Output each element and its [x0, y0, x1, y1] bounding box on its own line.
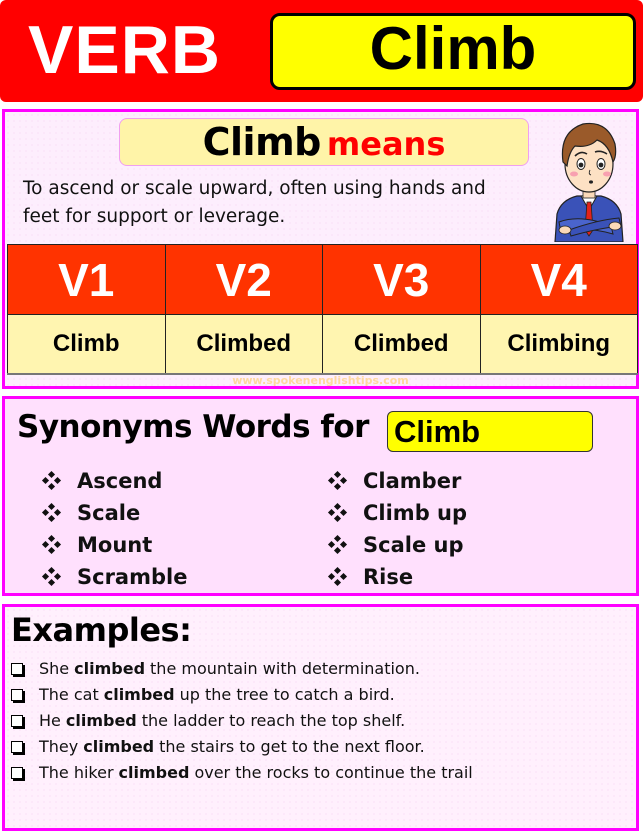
example-after: up the tree to catch a bird. — [179, 685, 395, 704]
verb-forms-value-row: Climb Climbed Climbed Climbing — [7, 314, 638, 375]
confused-man-icon — [554, 122, 624, 242]
examples-title: Examples: — [11, 611, 192, 649]
example-item: He climbed the ladder to reach the top she… — [11, 708, 473, 734]
example-after: the mountain with determination. — [150, 659, 420, 678]
watermark: www.spokenenglishtips.com — [232, 374, 409, 387]
synonyms-section: Synonyms Words for Climb Ascend Scale Mo… — [2, 396, 639, 596]
means-label: means — [326, 125, 446, 163]
example-verb: climbed — [103, 685, 175, 704]
synonyms-list-right: Clamber Climb up Scale up Rise — [327, 465, 468, 593]
example-verb: climbed — [118, 763, 190, 782]
checkbox-bullet-icon — [11, 663, 23, 675]
synonym-item: Clamber — [327, 465, 467, 497]
form-header-v1: V1 — [7, 244, 166, 315]
diamond-bullet-icon — [327, 566, 348, 587]
example-item: The hiker climbed over the rocks to contin… — [11, 760, 473, 786]
example-after: the ladder to reach the top shelf. — [141, 711, 406, 730]
title-banner: VERB Climb — [0, 0, 643, 102]
form-header-v2: V2 — [164, 244, 323, 315]
synonym-item: Ascend — [41, 465, 187, 497]
example-item: She climbed the mountain with determinatio… — [11, 656, 473, 682]
checkbox-bullet-icon — [11, 767, 23, 779]
examples-list: She climbed the mountain with determinatio… — [11, 656, 473, 786]
examples-section: Examples: She climbed the mountain with de… — [2, 604, 639, 831]
diamond-bullet-icon — [327, 470, 348, 491]
example-item: The cat climbed up the tree to catch a bir… — [11, 682, 473, 708]
checkbox-bullet-icon — [11, 689, 23, 701]
synonyms-title: Synonyms Words for — [17, 409, 369, 445]
definition-text: To ascend or scale upward, often using h… — [23, 178, 486, 227]
example-after: over the rocks to continue the trail — [194, 763, 473, 782]
synonym-item: Mount — [41, 529, 187, 561]
headword-box: Climb — [270, 13, 636, 90]
synonym-text: Scramble — [77, 565, 188, 589]
example-verb: climbed — [74, 659, 146, 678]
form-value-v3: Climbed — [322, 314, 481, 375]
example-item: They climbed the stairs to get to the next… — [11, 734, 473, 760]
example-after: the stairs to get to the next floor. — [159, 737, 425, 756]
form-value-v1: Climb — [7, 314, 166, 375]
form-value-v4: Climbing — [479, 314, 638, 375]
synonyms-word-box: Climb — [387, 411, 593, 452]
example-verb: climbed — [83, 737, 155, 756]
synonyms-list-left: Ascend Scale Mount Scramble — [41, 465, 188, 593]
example-verb: climbed — [65, 711, 137, 730]
form-header-v4: V4 — [479, 244, 638, 315]
synonym-item: Scale — [41, 497, 187, 529]
synonym-text: Rise — [363, 565, 414, 589]
diamond-bullet-icon — [41, 566, 62, 587]
diamond-bullet-icon — [327, 534, 348, 555]
synonym-item: Scramble — [41, 561, 188, 593]
example-before: They — [39, 737, 79, 756]
synonym-item: Climb up — [327, 497, 468, 529]
verb-forms-table: V1 V2 V3 V4 Climb Climbed Climbed Climbi… — [7, 244, 638, 375]
synonym-text: Ascend — [77, 469, 163, 493]
synonym-text: Mount — [77, 533, 153, 557]
diamond-bullet-icon — [327, 502, 348, 523]
headword: Climb — [369, 15, 537, 82]
synonym-text: Clamber — [363, 469, 462, 493]
diamond-bullet-icon — [41, 502, 62, 523]
checkbox-bullet-icon — [11, 741, 23, 753]
synonym-text: Scale — [77, 501, 141, 525]
checkbox-bullet-icon — [11, 715, 23, 727]
example-before: He — [39, 711, 61, 730]
form-value-v2: Climbed — [164, 314, 323, 375]
example-before: The hiker — [39, 763, 114, 782]
meaning-section: Climb means To ascend or scale upward, of… — [2, 109, 639, 389]
synonym-text: Scale up — [363, 533, 464, 557]
means-word: Climb — [202, 120, 322, 164]
synonym-text: Climb up — [363, 501, 468, 525]
diamond-bullet-icon — [41, 470, 62, 491]
example-before: She — [39, 659, 70, 678]
part-of-speech-label: VERB — [28, 12, 221, 88]
synonym-item: Scale up — [327, 529, 467, 561]
example-before: The cat — [39, 685, 99, 704]
diamond-bullet-icon — [41, 534, 62, 555]
means-heading: Climb means — [119, 118, 529, 166]
synonym-item: Rise — [327, 561, 467, 593]
verb-forms-header-row: V1 V2 V3 V4 — [7, 244, 638, 315]
form-header-v3: V3 — [322, 244, 481, 315]
